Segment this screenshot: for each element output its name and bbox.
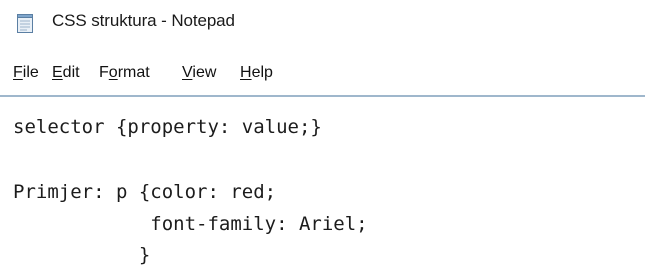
menu-help[interactable]: Help [240,64,273,82]
menu-edit-mnemonic: E [52,64,63,81]
menu-file-label: ile [22,64,39,81]
window-title: CSS struktura - Notepad [52,11,235,30]
menu-format[interactable]: Format [99,64,150,82]
menu-view[interactable]: View [182,64,216,82]
menu-bar: File Edit Format View Help [0,56,645,90]
notepad-window: CSS struktura - Notepad File Edit Format… [0,0,645,279]
editor-line-1: selector {property: value;} [13,116,322,138]
menu-format-label: rmat [117,64,150,81]
menu-help-mnemonic: H [240,64,252,81]
menu-view-mnemonic: V [182,64,193,81]
menu-help-label: elp [251,64,273,81]
menu-format-mnemonic: o [108,64,118,81]
menu-edit-label: dit [62,64,80,81]
menu-file-mnemonic: F [13,64,23,81]
editor-line-4: font-family: Ariel; [13,213,368,235]
editor-line-3: Primjer: p {color: red; [13,181,277,203]
editor-line-5: } [13,244,151,266]
title-bar: CSS struktura - Notepad [0,0,645,46]
notepad-icon [17,13,34,33]
menu-edit[interactable]: Edit [52,64,80,82]
text-editor[interactable]: selector {property: value;} Primjer: p {… [0,97,645,279]
menu-format-prefix: F [99,64,109,81]
menu-view-label: iew [192,64,217,81]
menu-file[interactable]: File [13,64,39,82]
